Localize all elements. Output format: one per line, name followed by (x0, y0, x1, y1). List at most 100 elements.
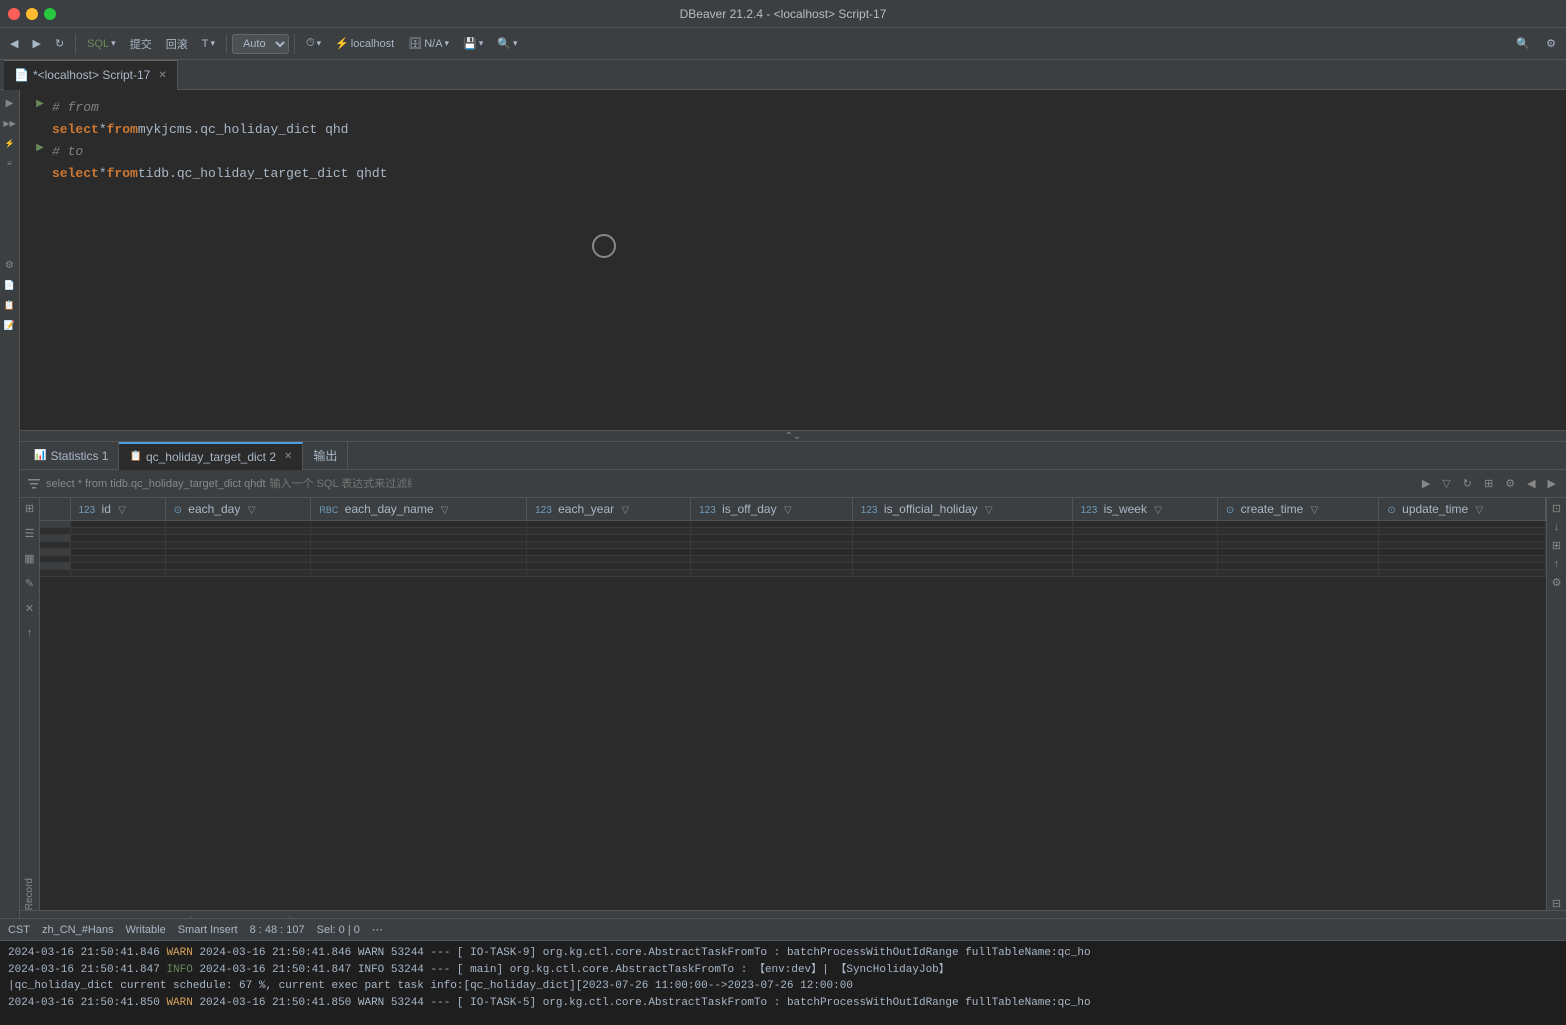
rollback-button[interactable]: 回滚 (160, 34, 194, 54)
col-each-day-name: each_day (188, 502, 240, 516)
prev-btn[interactable]: ◀ (1523, 475, 1539, 492)
col-id[interactable]: 123 id ▽ (70, 498, 165, 521)
col-create-time-name: create_time (1241, 502, 1304, 516)
line-4-table: tidb.qc_holiday_target_dict qhdt (138, 164, 388, 185)
right-icon-5[interactable]: ⚙ (1552, 576, 1562, 589)
col-id-filter[interactable]: ▽ (118, 505, 126, 516)
log-date-4: 2024-03-16 21:50:41.850 (8, 997, 166, 1009)
global-search-button[interactable]: 🔍 (1510, 35, 1536, 52)
line-3-run[interactable]: ▶ (36, 142, 44, 150)
output-tab[interactable]: 输出 (303, 442, 348, 470)
clock-button[interactable]: ⏱ ▾ (300, 35, 327, 52)
sql-editor[interactable]: ▶ # from select * from mykjcms.qc_holida… (20, 90, 1566, 430)
line-2-table: mykjcms.qc_holiday_dict qhd (138, 120, 349, 141)
table-row (40, 535, 1546, 542)
col-each-day-name-filter[interactable]: ▽ (441, 505, 449, 516)
filter-table-icon (26, 476, 42, 492)
search-button[interactable]: 🔍 ▾ (491, 35, 523, 52)
right-icon-4[interactable]: ↑ (1554, 558, 1560, 570)
line-1-run[interactable]: ▶ (36, 98, 44, 106)
filter-query-text: select * from tidb.qc_holiday_target_dic… (46, 478, 266, 490)
card-icon[interactable]: ▦ (24, 552, 34, 565)
right-icon-3[interactable]: ⊞ (1552, 539, 1561, 552)
table-tab[interactable]: 📋 qc_holiday_target_dict 2 ✕ (119, 442, 303, 470)
col-each-day-name-h[interactable]: RBC each_day_name ▽ (311, 498, 527, 521)
back-button[interactable]: ◀ (4, 35, 24, 52)
results-panel: 📊 Statistics 1 📋 qc_holiday_target_dict … (20, 442, 1566, 940)
explain-icon[interactable]: ⚡ (1, 134, 19, 152)
col-is-off-day-filter[interactable]: ▽ (784, 505, 792, 516)
right-icon-2[interactable]: ↓ (1554, 521, 1560, 533)
col-id-type: 123 (79, 505, 96, 516)
settings-filter-btn[interactable]: ⚙ (1501, 475, 1519, 492)
editor-tab-icon: 📄 (14, 68, 29, 82)
filter-input[interactable] (270, 478, 412, 490)
grid-icon[interactable]: ⊞ (25, 502, 34, 515)
settings-icon: ⚙ (1546, 37, 1556, 50)
statistics-tab[interactable]: 📊 Statistics 1 (24, 442, 119, 470)
line-3-indicator: ▶ (32, 142, 48, 150)
auto-select[interactable]: Auto (232, 34, 289, 54)
col-is-off-day[interactable]: 123 is_off_day ▽ (691, 498, 853, 521)
minimize-button[interactable] (26, 8, 38, 20)
commit-button[interactable]: 提交 (124, 34, 158, 54)
refresh-icon: ↻ (55, 37, 64, 50)
run-all-icon[interactable]: ▶▶ (1, 114, 19, 132)
editor-tab-close[interactable]: ✕ (158, 70, 166, 81)
toolbar-icon-1[interactable]: ≡ (1, 154, 19, 172)
connection-button[interactable]: ⚡ localhost (329, 35, 400, 52)
list-icon[interactable]: ☰ (25, 527, 35, 540)
right-icon-6[interactable]: ⊟ (1552, 897, 1561, 910)
search-icon: 🔍 (497, 37, 511, 50)
next-btn[interactable]: ▶ (1544, 475, 1560, 492)
col-each-day[interactable]: ⊙ each_day ▽ (165, 498, 311, 521)
col-is-official-holiday-filter[interactable]: ▽ (985, 505, 993, 516)
gear-sidebar-icon[interactable]: ⚙ (1, 256, 19, 274)
page-icon[interactable]: 📄 (1, 276, 19, 294)
columns-btn[interactable]: ⊞ (1480, 475, 1497, 492)
page2-icon[interactable]: 📋 (1, 296, 19, 314)
maximize-button[interactable] (44, 8, 56, 20)
format-button[interactable]: T ▾ (196, 36, 221, 52)
page3-icon[interactable]: 📝 (1, 316, 19, 334)
status-insert-mode: Smart Insert (178, 924, 238, 936)
col-is-week-filter[interactable]: ▽ (1154, 505, 1162, 516)
refresh-button[interactable]: ↻ (49, 35, 70, 52)
col-create-time[interactable]: ⊙ create_time ▽ (1217, 498, 1379, 521)
x-icon[interactable]: ✕ (25, 602, 34, 615)
col-is-official-holiday[interactable]: 123 is_official_holiday ▽ (852, 498, 1072, 521)
sql-button[interactable]: SQL ▾ (81, 36, 122, 52)
format-icon: T (202, 38, 209, 50)
table-tab-close[interactable]: ✕ (284, 451, 292, 462)
down-filter-btn[interactable]: ▽ (1438, 475, 1454, 492)
edit-icon[interactable]: ✎ (25, 577, 34, 590)
log-msg-4: 2024-03-16 21:50:41.850 WARN 53244 --- [… (199, 997, 1090, 1009)
col-is-week[interactable]: 123 is_week ▽ (1072, 498, 1217, 521)
left-sidebar: ▶ ▶▶ ⚡ ≡ ⚙ 📄 📋 📝 (0, 90, 20, 940)
col-each-day-filter[interactable]: ▽ (248, 505, 256, 516)
line-2-star: * (99, 120, 107, 141)
refresh-filter-btn[interactable]: ↻ (1459, 475, 1476, 492)
editor-line-3: ▶ # to (32, 142, 1554, 164)
col-each-year[interactable]: 123 each_year ▽ (527, 498, 691, 521)
close-button[interactable] (8, 8, 20, 20)
result-left-bar: ⊞ ☰ ▦ ✎ ✕ ↑ Record (20, 498, 40, 910)
editor-tab[interactable]: 📄 *<localhost> Script-17 ✕ (4, 60, 178, 90)
editor-line-1: ▶ # from (32, 98, 1554, 120)
panel-divider[interactable]: ⌃⌄ (20, 430, 1566, 442)
forward-button[interactable]: ▶ (26, 35, 46, 52)
run-icon[interactable]: ▶ (1, 94, 19, 112)
save-toolbar-button[interactable]: 💾 ▾ (457, 35, 489, 52)
right-icon-1[interactable]: ⊡ (1552, 502, 1561, 515)
export-icon[interactable]: ↑ (27, 627, 33, 639)
col-each-year-filter[interactable]: ▽ (622, 505, 630, 516)
status-mode: Writable (126, 924, 166, 936)
db-button[interactable]: 🗄 N/A ▾ (402, 35, 455, 52)
col-update-time-filter[interactable]: ▽ (1476, 505, 1484, 516)
table-row (40, 556, 1546, 563)
col-update-time[interactable]: ⊙ update_time ▽ (1379, 498, 1546, 521)
settings-button[interactable]: ⚙ (1540, 35, 1562, 52)
filter-input-area[interactable] (270, 478, 1414, 490)
apply-filter-btn[interactable]: ▶ (1418, 475, 1434, 492)
col-create-time-filter[interactable]: ▽ (1311, 505, 1319, 516)
